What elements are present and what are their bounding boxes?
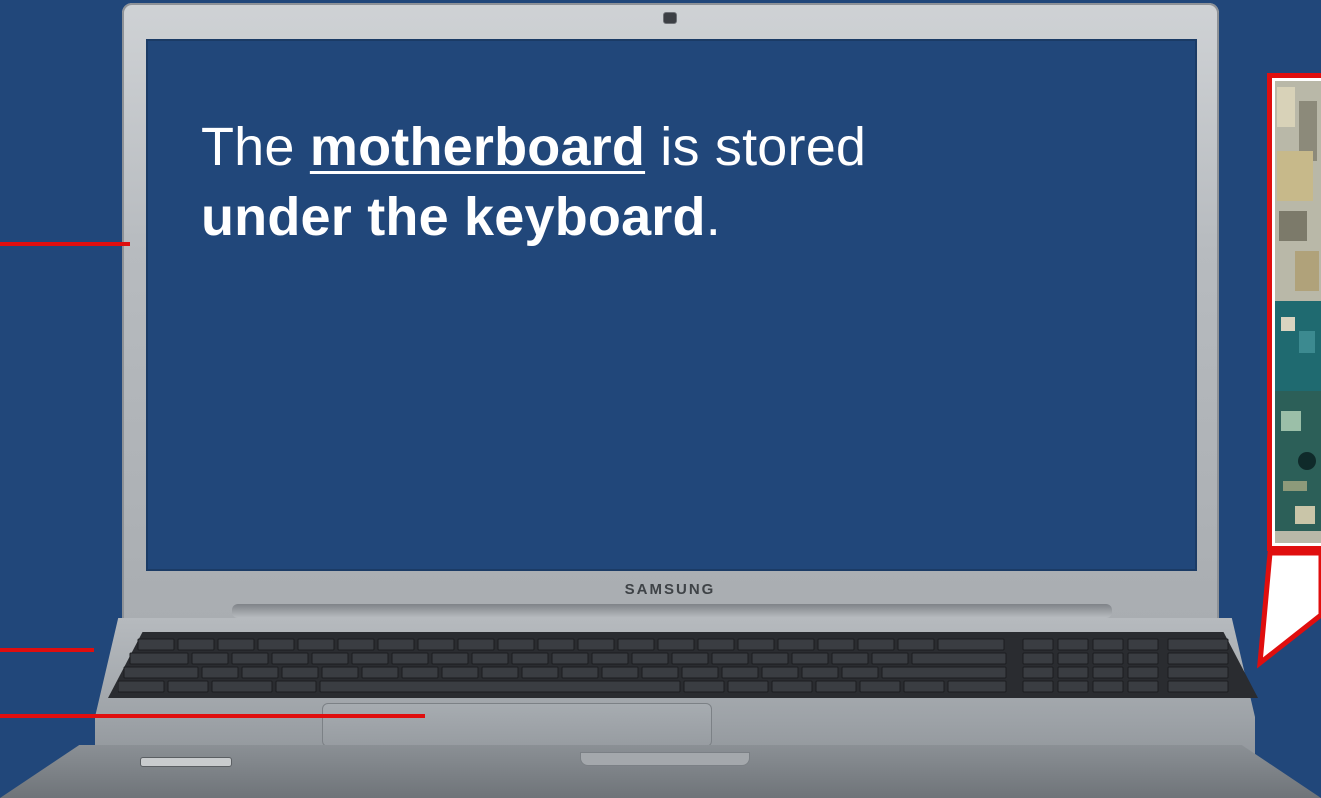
motherboard-photo	[1275, 81, 1321, 543]
callout-pointer	[1256, 550, 1321, 669]
slide-text: The motherboard is stored under the keyb…	[201, 112, 1161, 252]
text-emphasis: motherboard	[309, 117, 646, 177]
text-prefix: The	[201, 117, 310, 177]
trackpad	[322, 703, 712, 747]
brand-logo: SAMSUNG	[624, 581, 716, 598]
callout-line-trackpad	[0, 714, 425, 718]
keyboard-keys	[118, 638, 1229, 693]
callout-line-keyboard	[0, 648, 94, 652]
card-slot	[140, 757, 232, 767]
callout-line-screen	[0, 242, 130, 246]
webcam-icon	[663, 12, 677, 24]
text-location: under the keyboard	[201, 187, 706, 247]
laptop-hinge	[232, 604, 1112, 618]
text-middle: is stored	[645, 117, 867, 177]
text-suffix: .	[705, 187, 721, 247]
lid-notch	[580, 752, 750, 766]
